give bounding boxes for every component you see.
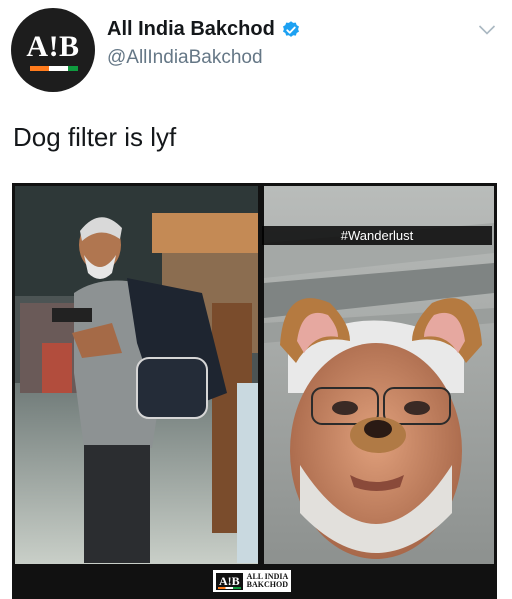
watermark: A!B ALL INDIA BAKCHOD (213, 570, 292, 592)
snap-caption: #Wanderlust (262, 226, 492, 245)
display-name[interactable]: All India Bakchod (107, 18, 275, 41)
left-photo (15, 186, 258, 564)
chevron-down-icon[interactable] (478, 24, 496, 36)
tweet-header: A!B All India Bakchod @AllIndiaBakchod (0, 0, 512, 95)
media-collage (12, 183, 497, 599)
tweet-media[interactable]: A!B ALL INDIA BAKCHOD (12, 183, 497, 599)
tweet-text: Dog filter is lyf (13, 122, 177, 152)
account-handle[interactable]: @AllIndiaBakchod (107, 47, 263, 69)
avatar[interactable]: A!B (11, 8, 95, 92)
verified-badge-icon (282, 20, 299, 37)
avatar-logo: A!B (26, 30, 80, 63)
watermark-text: ALL INDIA BAKCHOD (246, 572, 289, 589)
watermark-logo: A!B (216, 572, 243, 590)
name-row: All India Bakchod (107, 18, 301, 41)
